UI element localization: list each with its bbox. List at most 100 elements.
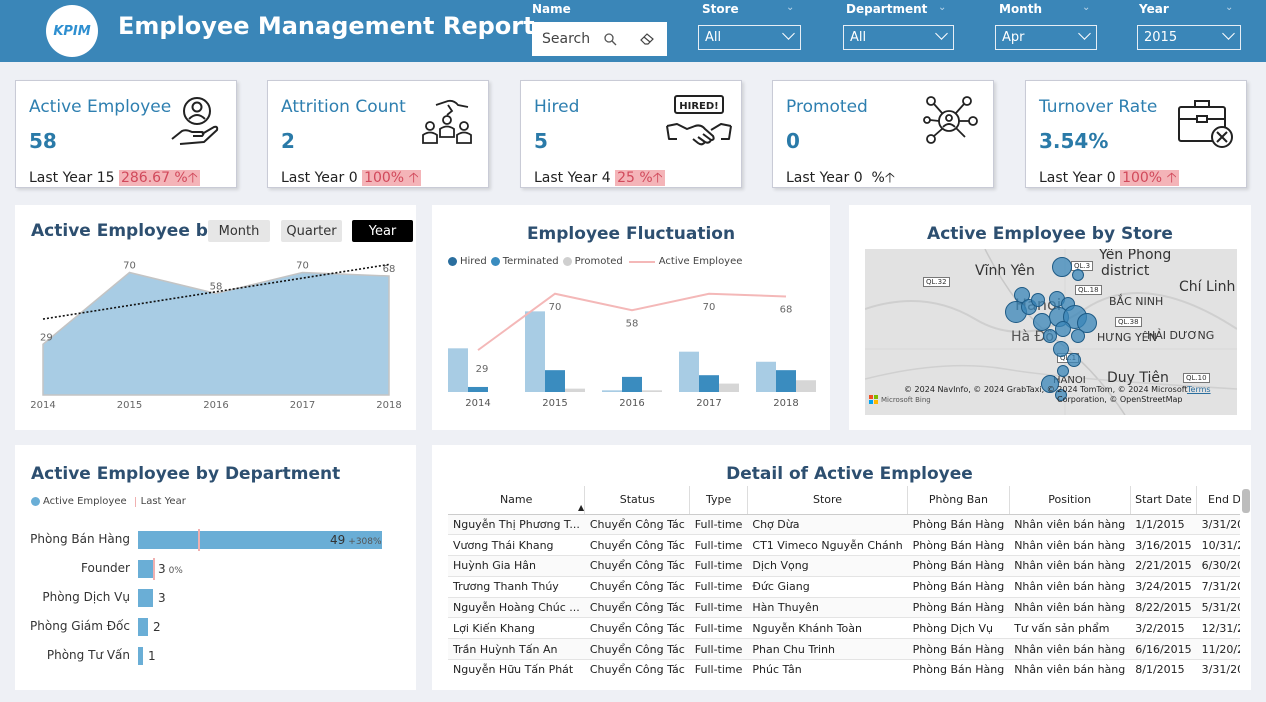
table-row[interactable]: Huỳnh Gia Hân Chuyển Công Tác Full-time Dịc…: [448, 555, 1240, 577]
bar-terminated[interactable]: [545, 370, 565, 392]
bar-hired[interactable]: [525, 311, 545, 392]
table-cell: Phòng Bán Hàng: [907, 576, 1010, 598]
name-search-input[interactable]: Search: [532, 22, 667, 56]
year-expand-icon[interactable]: ⌄: [1225, 2, 1233, 13]
bar-terminated[interactable]: [622, 376, 642, 392]
column-header[interactable]: Name: [448, 486, 586, 515]
store-bubble[interactable]: [1031, 293, 1045, 307]
table-cell: 5/31/2017: [1196, 597, 1240, 619]
toggle-quarter-button[interactable]: Quarter: [281, 220, 342, 242]
department-row[interactable]: Phòng Tư Vấn 1: [0, 647, 380, 665]
bar-terminated[interactable]: [468, 386, 488, 392]
table-cell: Full-time: [689, 534, 748, 557]
department-bar[interactable]: [138, 589, 153, 607]
table-cell: Phan Chu Trinh: [747, 638, 908, 661]
map-terms-link[interactable]: Terms: [1187, 385, 1211, 394]
department-bar[interactable]: [138, 647, 143, 665]
department-expand-icon[interactable]: ⌄: [938, 2, 946, 13]
department-row[interactable]: Founder 3 0%: [0, 558, 380, 580]
department-bar[interactable]: [138, 618, 148, 636]
department-row[interactable]: Phòng Dịch Vụ 3: [0, 589, 380, 607]
store-expand-icon[interactable]: ⌄: [786, 2, 794, 13]
store-bubble[interactable]: [1055, 321, 1071, 337]
bar-terminated[interactable]: [699, 375, 719, 392]
column-header[interactable]: Start Date: [1130, 486, 1198, 515]
search-icon[interactable]: [604, 33, 617, 46]
bar-promoted[interactable]: [642, 390, 662, 392]
toggle-year-button[interactable]: Year: [352, 220, 413, 242]
store-bubble[interactable]: [1057, 365, 1069, 377]
table-row[interactable]: Nguyễn Hoàng Chúc ... Chuyển Công Tác Full…: [448, 597, 1240, 619]
month-select[interactable]: Apr: [995, 25, 1097, 50]
table-row[interactable]: Trần Huỳnh Tấn An Chuyển Công Tác Full-tim…: [448, 638, 1240, 661]
bar-promoted[interactable]: [565, 388, 585, 392]
microsoft-logo-icon: [869, 395, 878, 404]
hired-handshake-icon: HIRED!: [666, 95, 732, 146]
table-row[interactable]: Nguyễn Hữu Tấn Phát Chuyển Công Tác Full-t…: [448, 659, 1240, 676]
arrow-up-icon: 🡡: [1166, 170, 1177, 186]
table-row[interactable]: Trương Thanh Thúy Chuyển Công Tác Full-tim…: [448, 576, 1240, 598]
department-value: 2: [152, 620, 161, 634]
department-filter-label: Department: [846, 2, 928, 16]
bar-hired[interactable]: [679, 351, 699, 392]
table-row[interactable]: Nguyễn Thị Phương T... Chuyển Công Tác Ful…: [448, 514, 1240, 536]
x-tick-label: 2017: [290, 400, 315, 411]
department-row[interactable]: Phòng Giám Đốc 2: [0, 618, 380, 636]
x-tick-label: 2018: [773, 398, 798, 409]
table-cell: Phòng Bán Hàng: [907, 597, 1010, 619]
store-bubble[interactable]: [1071, 329, 1085, 343]
table-cell: Chuyển Công Tác: [584, 555, 690, 577]
legend-terminated-swatch: [490, 257, 500, 266]
department-bar[interactable]: [138, 560, 153, 578]
legend-hired-swatch: [448, 257, 457, 266]
arrow-up-icon: 🡡: [652, 170, 663, 186]
kpi-card-active-employee: Active Employee 58 Last Year 15 286.67 %…: [15, 80, 237, 188]
bar-hired[interactable]: [448, 348, 468, 392]
year-select[interactable]: 2015: [1137, 25, 1241, 50]
bar-terminated[interactable]: [776, 370, 796, 392]
store-bubble-map[interactable]: Vĩnh Yên Yên Phong district Chí Linh BẮC…: [865, 249, 1237, 415]
table-cell: Phòng Bán Hàng: [907, 638, 1010, 661]
column-header[interactable]: Status: [584, 486, 691, 515]
bar-hired[interactable]: [602, 390, 622, 392]
data-label: 70: [703, 302, 716, 313]
store-select[interactable]: All: [698, 25, 801, 50]
table-scrollbar-thumb[interactable]: [1242, 489, 1250, 513]
table-cell: Nguyễn Thị Phương T...: [448, 514, 585, 536]
store-bubble[interactable]: [1067, 353, 1081, 367]
x-tick-label: 2016: [619, 398, 644, 409]
column-header[interactable]: Position: [1009, 486, 1131, 515]
table-row[interactable]: Lợi Kiến Khang Chuyển Công Tác Full-time Ng…: [448, 617, 1240, 640]
table-cell: Nhân viên bán hàng: [1009, 638, 1131, 661]
eraser-icon[interactable]: [640, 33, 655, 45]
bar-promoted[interactable]: [719, 383, 739, 392]
table-cell: Phúc Tân: [747, 659, 908, 676]
name-filter-label: Name: [532, 2, 571, 16]
table-cell: Dịch Vọng: [747, 555, 908, 577]
store-bubble[interactable]: [1053, 341, 1069, 357]
table-row[interactable]: Vương Thái Khang Chuyển Công Tác Full-time…: [448, 534, 1240, 557]
toggle-month-button[interactable]: Month: [208, 220, 270, 242]
sort-desc-icon[interactable]: ▲: [578, 503, 584, 512]
table-cell: Nguyễn Hoàng Chúc ...: [448, 597, 585, 619]
department-row[interactable]: Phòng Bán Hàng 49 +308%: [0, 529, 382, 551]
column-header[interactable]: Type: [689, 486, 748, 515]
bar-promoted[interactable]: [796, 380, 816, 392]
kpi-change-badge: 100% 🡡: [1120, 170, 1179, 186]
table-cell: Full-time: [689, 659, 748, 676]
column-header[interactable]: End Date: [1196, 486, 1240, 515]
department-select[interactable]: All: [843, 25, 954, 50]
svg-text:HIRED!: HIRED!: [679, 101, 718, 112]
arrow-up-icon: 🡡: [884, 170, 895, 186]
store-bubble[interactable]: [1052, 257, 1072, 277]
store-bubble[interactable]: [1043, 329, 1057, 343]
month-expand-icon[interactable]: ⌄: [1082, 2, 1090, 13]
kpi-last-year: Last Year 0 %🡡: [786, 170, 895, 186]
department-name: Phòng Bán Hàng: [30, 532, 130, 546]
table-cell: Trần Huỳnh Tấn An: [448, 638, 585, 661]
map-osm-credit[interactable]: Corporation, © OpenStreetMap: [1057, 395, 1182, 404]
store-bubble[interactable]: [1072, 269, 1084, 281]
bar-hired[interactable]: [756, 361, 776, 392]
column-header[interactable]: Store: [747, 486, 909, 515]
column-header[interactable]: Phòng Ban: [907, 486, 1010, 515]
